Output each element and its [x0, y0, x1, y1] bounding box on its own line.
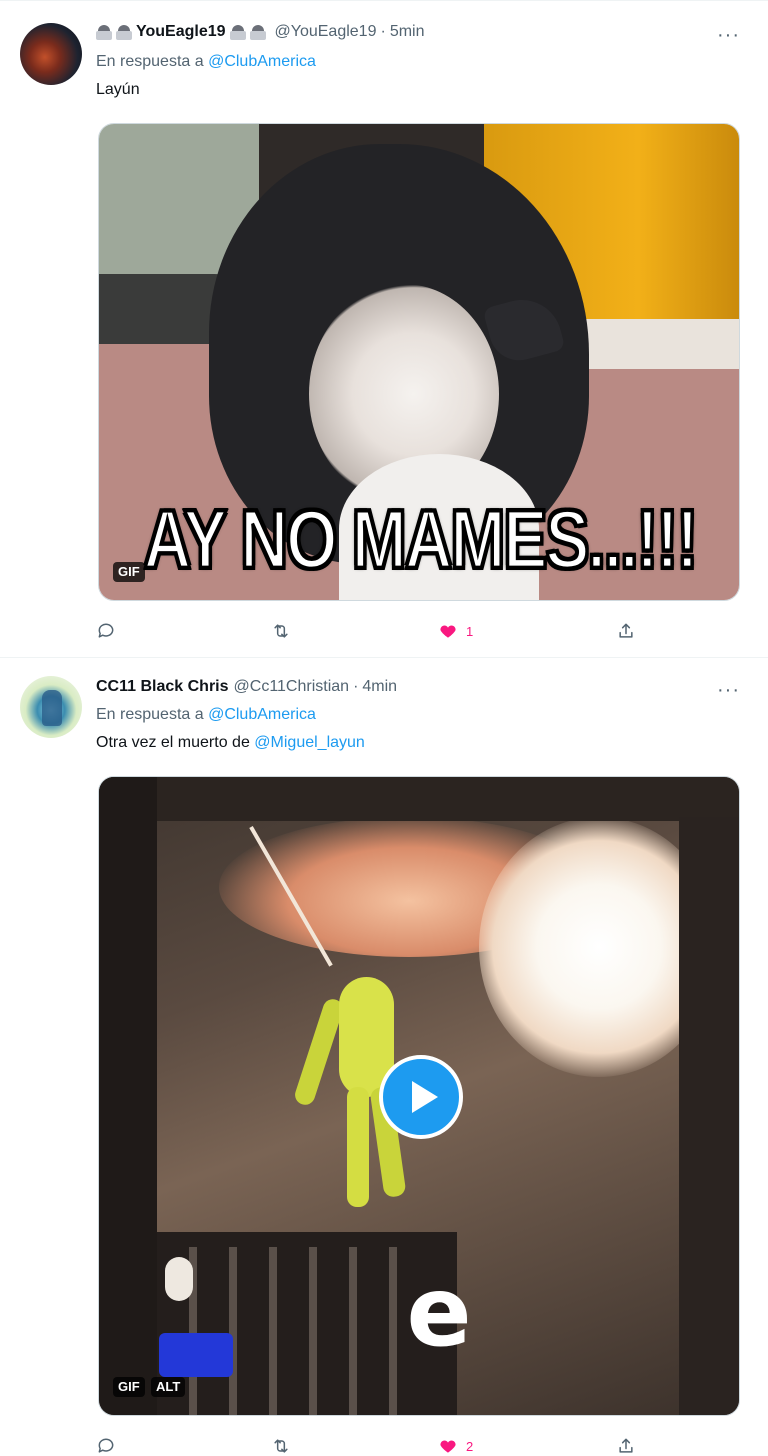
share-icon: [619, 1438, 633, 1453]
meme-caption: AY NO MAMES...!!!: [142, 490, 700, 586]
timestamp[interactable]: 5min: [390, 23, 425, 41]
emoji-icon: [249, 24, 266, 40]
display-name[interactable]: YouEagle19: [136, 23, 226, 41]
alt-badge[interactable]: ALT: [151, 1377, 186, 1397]
emoji-icon: [229, 24, 246, 40]
more-options-icon[interactable]: ···: [717, 680, 740, 700]
retweet-button[interactable]: [271, 619, 291, 643]
heart-icon: [440, 625, 456, 638]
gif-overlay-letter: e: [406, 1256, 472, 1368]
reply-button[interactable]: [96, 619, 116, 643]
tweet-header: CC11 Black Chris @Cc11Christian · 4min: [96, 678, 397, 696]
timestamp[interactable]: 4min: [362, 678, 397, 696]
tweet-gif[interactable]: e GIF ALT: [98, 776, 740, 1416]
user-handle[interactable]: @Cc11Christian: [234, 678, 350, 696]
tweet-mention-link[interactable]: @Miguel_layun: [254, 734, 365, 751]
user-avatar[interactable]: [20, 23, 82, 85]
tweet-actions: 2: [96, 1434, 656, 1456]
display-name[interactable]: CC11 Black Chris: [96, 678, 229, 696]
play-icon: [412, 1081, 438, 1113]
user-avatar[interactable]: [20, 676, 82, 738]
retweet-button[interactable]: [271, 1434, 291, 1456]
reply-prefix: En respuesta a: [96, 53, 204, 70]
heart-icon: [440, 1440, 456, 1453]
gif-scene-frame: [99, 777, 157, 1415]
retweet-icon: [274, 1439, 288, 1453]
tweet-text: Layún: [96, 81, 140, 98]
emoji-icon: [96, 24, 112, 40]
gif-scene-ghost: [165, 1257, 193, 1301]
tweet-text: Otra vez el muerto de @Miguel_layun: [96, 734, 365, 752]
like-count: 1: [466, 623, 474, 639]
tweet[interactable]: YouEagle19 @YouEagle19 · 5min ··· En res…: [0, 0, 768, 658]
separator: ·: [380, 23, 386, 40]
gif-scene-frame: [99, 777, 739, 821]
tweet-gif[interactable]: AY NO MAMES...!!! GIF: [98, 123, 740, 601]
user-handle[interactable]: @YouEagle19: [275, 23, 377, 41]
reply-context: En respuesta a @ClubAmerica: [96, 706, 316, 724]
reply-button[interactable]: [96, 1434, 116, 1456]
figure-leg: [347, 1087, 369, 1207]
gif-scene-bars: [189, 1247, 419, 1415]
play-button[interactable]: [379, 1055, 463, 1139]
tweet[interactable]: CC11 Black Chris @Cc11Christian · 4min ·…: [0, 658, 768, 1456]
gif-badge: GIF: [113, 1377, 145, 1397]
gif-scene-frame: [679, 817, 739, 1415]
reply-context: En respuesta a @ClubAmerica: [96, 53, 316, 71]
reply-icon: [98, 1438, 114, 1453]
reply-mention-link[interactable]: @ClubAmerica: [208, 706, 316, 723]
tweet-text-prefix: Otra vez el muerto de: [96, 734, 250, 751]
emoji-icon: [116, 24, 132, 40]
reply-prefix: En respuesta a: [96, 706, 204, 723]
share-icon: [619, 623, 633, 638]
like-button[interactable]: 1: [438, 619, 473, 643]
like-button[interactable]: 2: [438, 1434, 473, 1456]
gif-scene-blue: [159, 1333, 233, 1377]
reply-mention-link[interactable]: @ClubAmerica: [208, 53, 316, 70]
share-button[interactable]: [616, 619, 636, 643]
retweet-icon: [274, 624, 288, 638]
figure-arm: [292, 996, 346, 1108]
separator: ·: [353, 678, 359, 695]
share-button[interactable]: [616, 1434, 636, 1456]
tweet-actions: 1: [96, 619, 656, 643]
reply-icon: [98, 623, 114, 638]
more-options-icon[interactable]: ···: [717, 25, 740, 45]
tweet-header: YouEagle19 @YouEagle19 · 5min: [96, 23, 425, 41]
gif-badge: GIF: [113, 562, 145, 582]
like-count: 2: [466, 1438, 474, 1454]
avatar-figure: [42, 690, 62, 726]
